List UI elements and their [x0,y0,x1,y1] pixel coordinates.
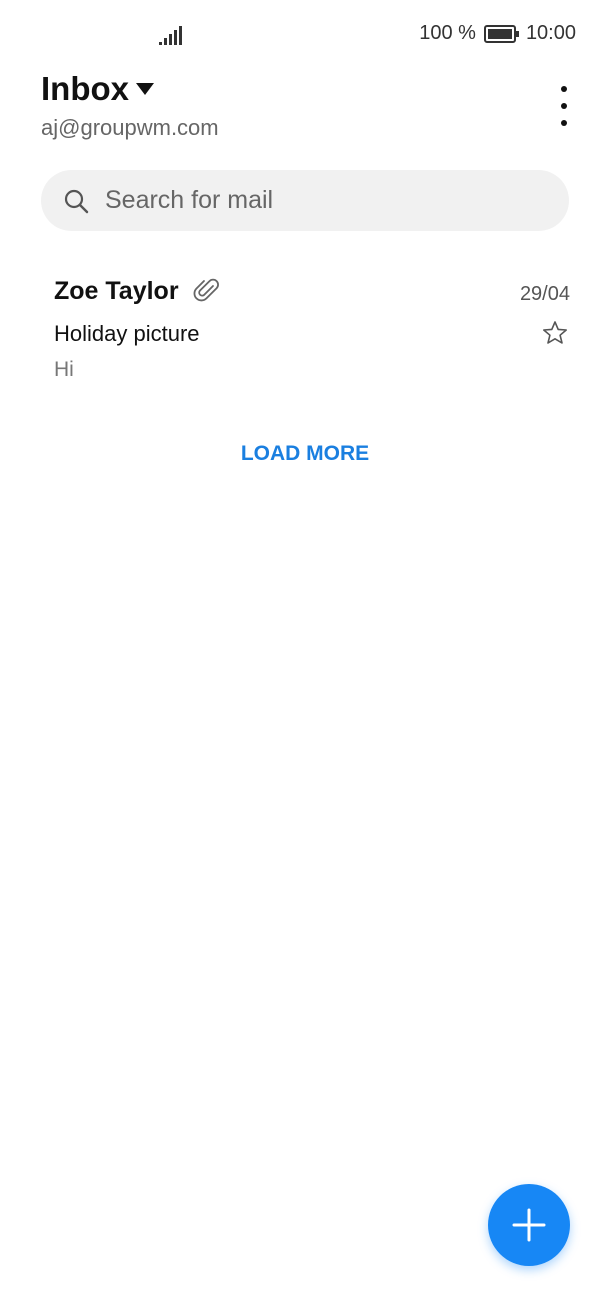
more-dot [561,103,567,109]
signal-icon [159,26,182,45]
attachment-icon [193,278,219,302]
status-bar: 100 % 10:00 [0,0,610,70]
status-right: 100 % 10:00 [419,22,576,45]
mail-sender: Zoe Taylor [54,277,179,305]
dropdown-icon [136,83,154,95]
search-icon [64,189,89,213]
star-icon[interactable] [542,320,568,346]
plus-icon [512,1208,546,1242]
page-title: Inbox [41,70,129,107]
status-time: 10:00 [525,22,576,44]
more-options-icon[interactable] [554,86,574,126]
battery-icon [483,24,519,43]
search-bar[interactable] [41,170,569,231]
battery-percent: 100 % [419,22,476,44]
mail-preview: Hi [54,358,74,381]
mail-subject: Holiday picture [54,321,200,346]
search-input[interactable] [103,185,527,216]
mail-list-item[interactable]: Zoe Taylor 29/04 Holiday picture Hi [0,265,610,400]
more-dot [561,120,567,126]
account-email: aj@groupwm.com [41,115,219,140]
mail-date: 29/04 [519,283,570,305]
compose-button[interactable] [488,1184,570,1266]
more-dot [561,86,567,92]
load-more-button[interactable]: LOAD MORE [0,442,610,466]
folder-selector[interactable]: Inbox [41,70,155,108]
